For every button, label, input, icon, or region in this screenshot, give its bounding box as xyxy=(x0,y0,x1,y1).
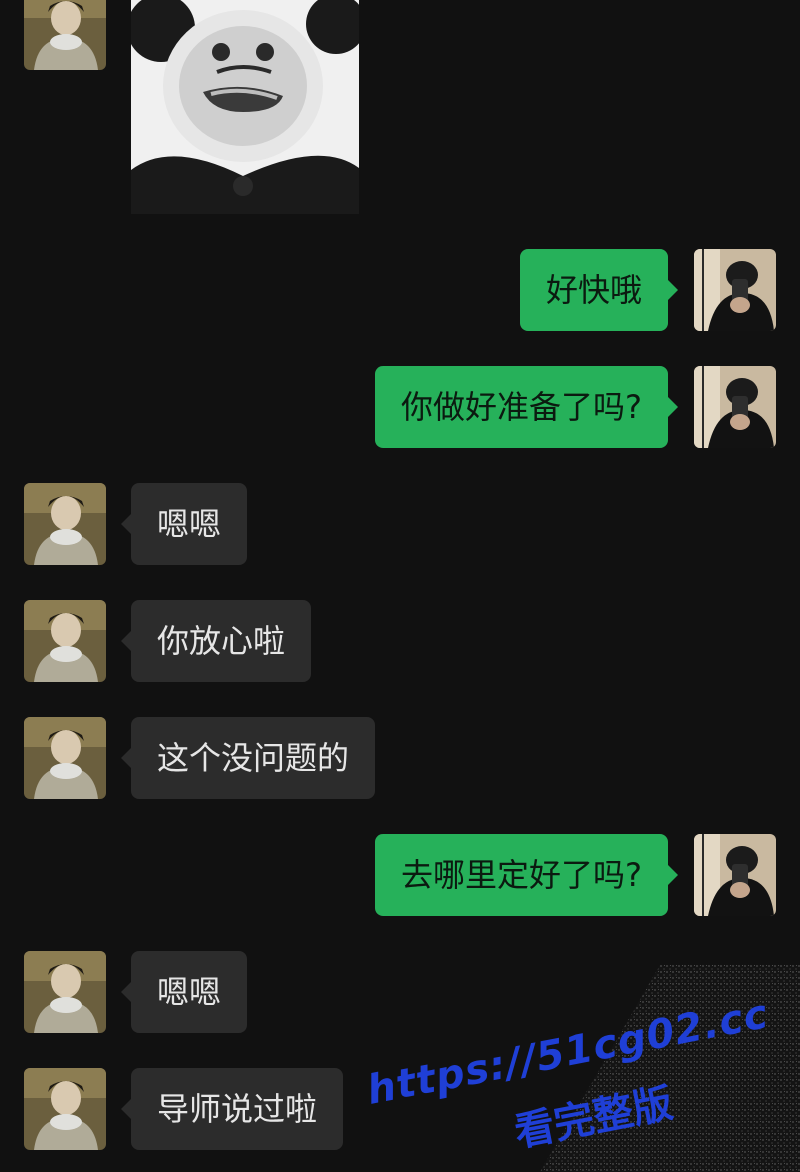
panda-meme-image xyxy=(131,0,359,214)
my-avatar[interactable] xyxy=(694,834,776,916)
contact-avatar[interactable] xyxy=(24,717,106,799)
contact-avatar-image xyxy=(24,483,106,565)
contact-avatar-image xyxy=(24,951,106,1033)
contact-avatar[interactable] xyxy=(24,600,106,682)
bubble-tail xyxy=(668,280,678,300)
contact-avatar-image xyxy=(24,0,106,70)
outgoing-message-bubble[interactable]: 去哪里定好了吗? xyxy=(375,834,668,916)
my-avatar-image xyxy=(694,834,776,916)
my-avatar[interactable] xyxy=(694,249,776,331)
bubble-tail xyxy=(668,397,678,417)
bubble-tail xyxy=(121,631,131,651)
incoming-message-bubble[interactable]: 这个没问题的 xyxy=(131,717,376,799)
chat-conversation: 好快哦 你做好准备了吗? 嗯嗯 你放心啦 这个没问题的 去哪里定好了吗? 嗯嗯 … xyxy=(0,0,800,1172)
bubble-tail xyxy=(668,865,678,885)
bubble-tail xyxy=(121,514,131,534)
outgoing-message-bubble[interactable]: 好快哦 xyxy=(519,249,668,331)
contact-avatar-image xyxy=(24,1068,106,1150)
contact-avatar[interactable] xyxy=(24,951,106,1033)
contact-avatar[interactable] xyxy=(24,483,106,565)
my-avatar[interactable] xyxy=(694,366,776,448)
contact-avatar-image xyxy=(24,717,106,799)
contact-avatar[interactable] xyxy=(24,1068,106,1150)
incoming-message-bubble[interactable]: 嗯嗯 xyxy=(131,483,248,565)
incoming-message-bubble[interactable]: 嗯嗯 xyxy=(131,951,248,1033)
my-avatar-image xyxy=(694,249,776,331)
outgoing-message-bubble[interactable]: 你做好准备了吗? xyxy=(375,366,668,448)
bubble-tail xyxy=(121,1099,131,1119)
contact-avatar[interactable] xyxy=(24,0,106,70)
incoming-message-bubble[interactable]: 你放心啦 xyxy=(131,600,312,682)
contact-avatar-image xyxy=(24,600,106,682)
panda-meme-sticker[interactable] xyxy=(131,0,359,214)
my-avatar-image xyxy=(694,366,776,448)
incoming-message-bubble[interactable]: 导师说过啦 xyxy=(131,1068,344,1150)
bubble-tail xyxy=(121,982,131,1002)
bubble-tail xyxy=(121,748,131,768)
